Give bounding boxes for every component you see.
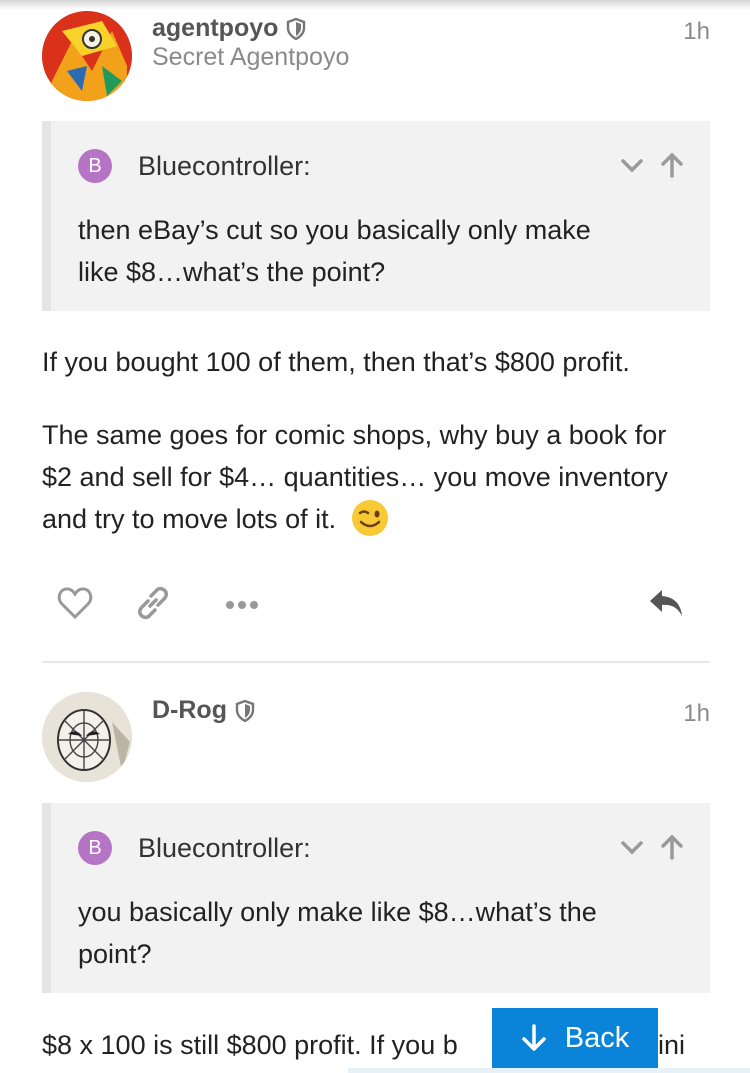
back-button[interactable]: Back <box>492 1008 658 1068</box>
quote-text: you basically only make like $8…what’s t… <box>78 891 678 975</box>
chevron-down-icon[interactable] <box>618 833 646 861</box>
more-options-icon[interactable] <box>222 584 262 622</box>
post-divider <box>42 661 710 663</box>
back-button-label: Back <box>564 1021 630 1054</box>
quote-block: B Bluecontroller: then eBay’s cut so you… <box>42 121 710 311</box>
quote-line: point? <box>78 939 152 969</box>
winking-face-icon <box>351 500 388 536</box>
quote-header[interactable]: B Bluecontroller: <box>78 831 311 865</box>
reply-icon[interactable] <box>646 584 686 622</box>
username-text[interactable]: D-Rog <box>152 696 227 725</box>
quote-line: like $8…what’s the point? <box>78 257 386 287</box>
quote-user: Bluecontroller: <box>138 150 311 181</box>
username-text[interactable]: agentpoyo <box>152 14 278 43</box>
quote-user-avatar: B <box>78 831 112 865</box>
bottom-bar <box>348 1068 750 1073</box>
quote-line: you basically only make like $8…what’s t… <box>78 897 597 927</box>
quote-text: then eBay’s cut so you basically only ma… <box>78 209 678 293</box>
username[interactable]: agentpoyo <box>152 14 306 43</box>
quote-header[interactable]: B Bluecontroller: <box>78 149 311 183</box>
like-heart-icon[interactable] <box>56 584 94 622</box>
quote-block: B Bluecontroller: you basically only mak… <box>42 803 710 993</box>
quote-user: Bluecontroller: <box>138 832 311 863</box>
shield-icon <box>235 699 255 722</box>
link-icon[interactable] <box>134 584 172 622</box>
username[interactable]: D-Rog <box>152 696 255 725</box>
post-time[interactable]: 1h <box>683 700 710 728</box>
quote-line: then eBay’s cut so you basically only ma… <box>78 215 591 245</box>
quote-controls <box>618 151 686 179</box>
avatar[interactable] <box>42 11 132 101</box>
post-actions <box>0 584 750 634</box>
avatar[interactable] <box>42 692 132 782</box>
post-paragraph: If you bought 100 of them, then that’s $… <box>42 347 630 377</box>
arrow-up-icon[interactable] <box>658 151 686 179</box>
chevron-down-icon[interactable] <box>618 151 646 179</box>
quote-controls <box>618 833 686 861</box>
post-time[interactable]: 1h <box>683 18 710 46</box>
post-paragraph-tail: ini <box>658 1030 686 1060</box>
arrow-up-icon[interactable] <box>658 833 686 861</box>
arrow-down-icon <box>522 1024 546 1051</box>
top-shadow <box>0 0 750 10</box>
quote-user-avatar: B <box>78 149 112 183</box>
user-title: Secret Agentpoyo <box>152 43 350 71</box>
post-paragraph: The same goes for comic shops, why buy a… <box>42 414 702 540</box>
shield-icon <box>287 17 306 40</box>
